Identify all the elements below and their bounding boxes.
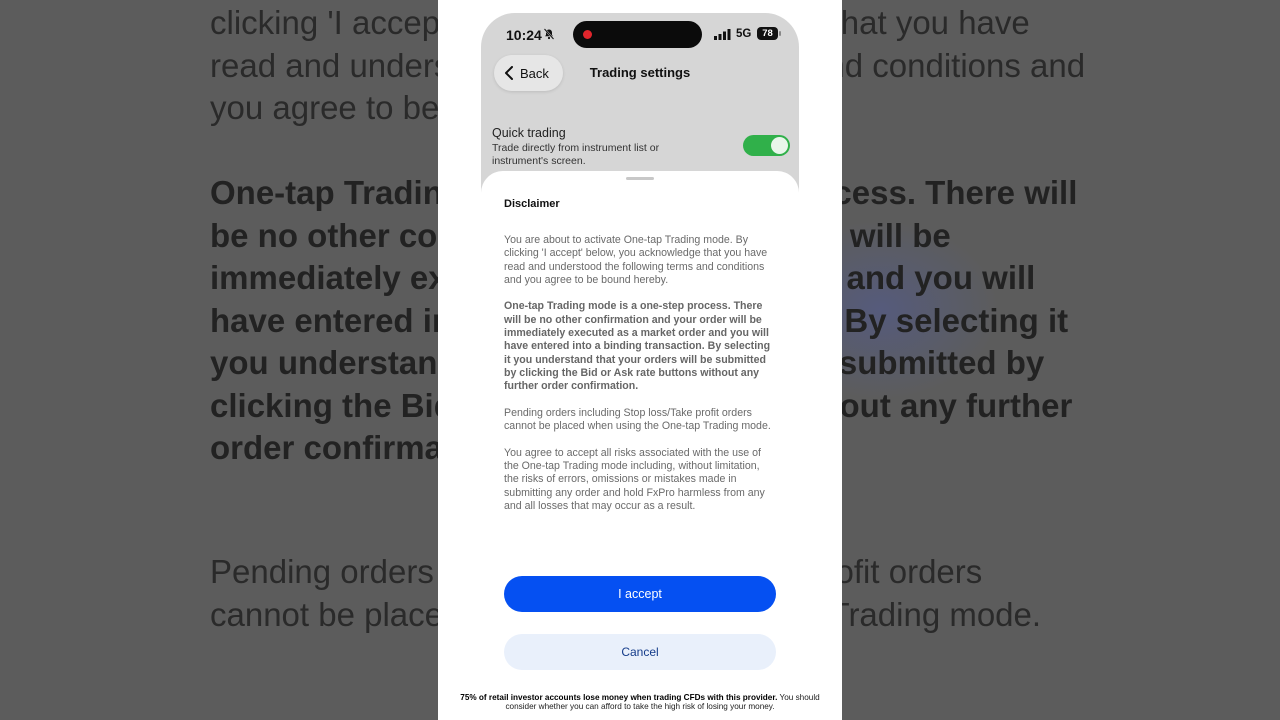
network-type: 5G [736, 28, 752, 40]
disclaimer-body: You are about to activate One-tap Tradin… [504, 234, 776, 527]
bell-muted-icon [543, 28, 555, 40]
video-center-column: 10:24 5G 78 Trading settings Back Quick … [438, 0, 842, 720]
cancel-button[interactable]: Cancel [504, 634, 776, 670]
disclaimer-paragraph-3: Pending orders including Stop loss/Take … [504, 406, 771, 433]
disclaimer-paragraph-2: One-tap Trading mode is a one-step proce… [504, 300, 771, 393]
dynamic-island [573, 21, 702, 48]
back-button[interactable]: Back [494, 55, 563, 91]
recording-dot-icon [583, 30, 592, 39]
navigation-bar: Trading settings Back [481, 53, 799, 97]
disclaimer-paragraph-1: You are about to activate One-tap Tradin… [504, 234, 768, 286]
risk-warning-bold: 75% of retail investor accounts lose mon… [460, 693, 778, 702]
toggle-knob [771, 137, 788, 154]
phone-screen: 10:24 5G 78 Trading settings Back Quick … [481, 13, 799, 720]
battery-icon: 78 [757, 27, 778, 40]
disclaimer-sheet: Disclaimer You are about to activate One… [481, 171, 799, 720]
sheet-grabber[interactable] [626, 177, 654, 180]
signal-bars-icon [714, 29, 731, 40]
chevron-left-icon [505, 66, 513, 80]
quick-trading-description: Trade directly from instrument list or i… [492, 142, 660, 167]
accept-button[interactable]: I accept [504, 576, 776, 612]
back-label: Back [520, 65, 549, 81]
status-bar: 10:24 5G 78 [481, 13, 799, 57]
battery-tip [779, 31, 781, 36]
status-time: 10:24 [506, 27, 542, 43]
risk-warning: 75% of retail investor accounts lose mon… [458, 693, 822, 711]
disclaimer-paragraph-4: You agree to accept all risks associated… [504, 446, 765, 512]
quick-trading-toggle[interactable] [743, 135, 790, 156]
sheet-title: Disclaimer [504, 198, 560, 210]
